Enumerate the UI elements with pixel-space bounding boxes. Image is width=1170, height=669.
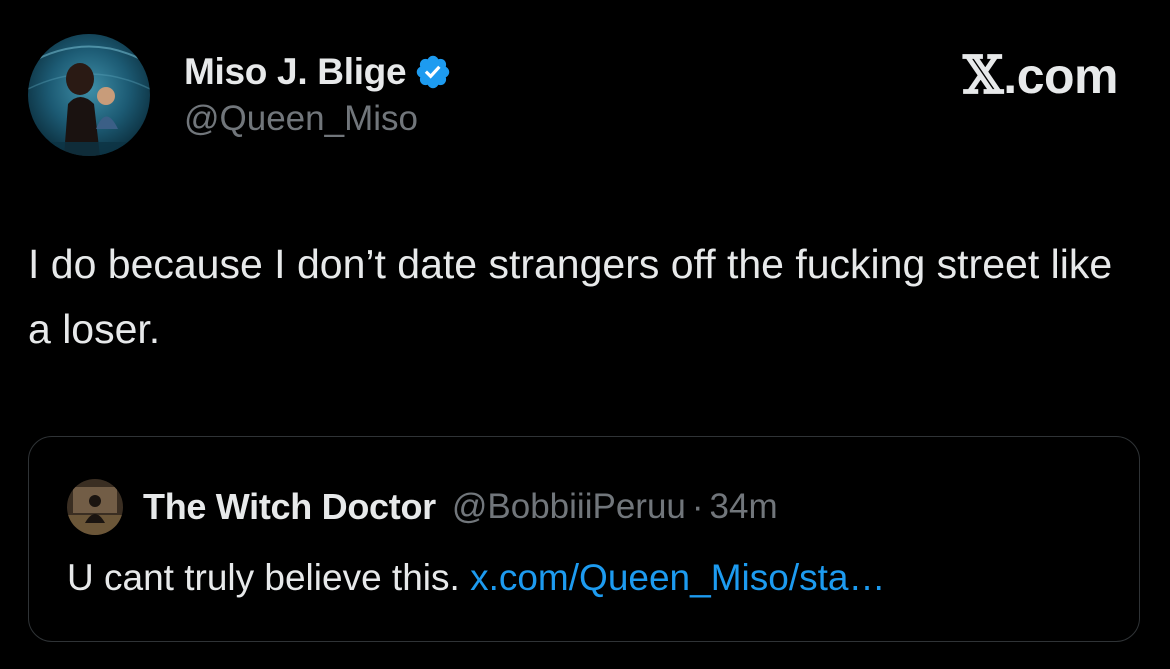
verified-badge-icon[interactable] bbox=[414, 53, 452, 91]
brand-domain-label: .com bbox=[1003, 48, 1118, 104]
quoted-avatar-image bbox=[67, 479, 123, 535]
quoted-tweet-text: U cant truly believe this. bbox=[67, 557, 460, 598]
x-com-watermark: 𝕏 .com bbox=[962, 45, 1119, 106]
quoted-tweet-link[interactable]: x.com/Queen_Miso/sta… bbox=[470, 557, 885, 598]
x-logo-icon: 𝕏 bbox=[962, 45, 1004, 106]
author-handle[interactable]: @Queen_Miso bbox=[184, 99, 452, 139]
author-names: Miso J. Blige @Queen_Miso bbox=[184, 51, 452, 139]
quoted-handle[interactable]: @BobbiiiPeruu bbox=[452, 487, 686, 527]
author-name-row: Miso J. Blige bbox=[184, 51, 452, 93]
quoted-tweet-body: U cant truly believe this. x.com/Queen_M… bbox=[67, 557, 885, 599]
quoted-display-name[interactable]: The Witch Doctor bbox=[143, 486, 436, 528]
tweet-header: Miso J. Blige @Queen_Miso bbox=[28, 34, 452, 156]
tweet-card: Miso J. Blige @Queen_Miso 𝕏 .com I do be… bbox=[0, 0, 1170, 669]
author-display-name[interactable]: Miso J. Blige bbox=[184, 51, 407, 93]
tweet-body-text: I do because I don’t date strangers off … bbox=[28, 241, 1113, 352]
quoted-author-avatar[interactable] bbox=[67, 479, 123, 535]
quoted-tweet[interactable]: The Witch Doctor @BobbiiiPeruu · 34m U c… bbox=[28, 436, 1140, 642]
quoted-timestamp[interactable]: 34m bbox=[710, 487, 778, 527]
author-avatar[interactable] bbox=[28, 34, 150, 156]
separator-dot: · bbox=[691, 487, 704, 526]
avatar-image bbox=[28, 34, 150, 156]
quoted-tweet-header: The Witch Doctor @BobbiiiPeruu · 34m bbox=[67, 479, 778, 535]
